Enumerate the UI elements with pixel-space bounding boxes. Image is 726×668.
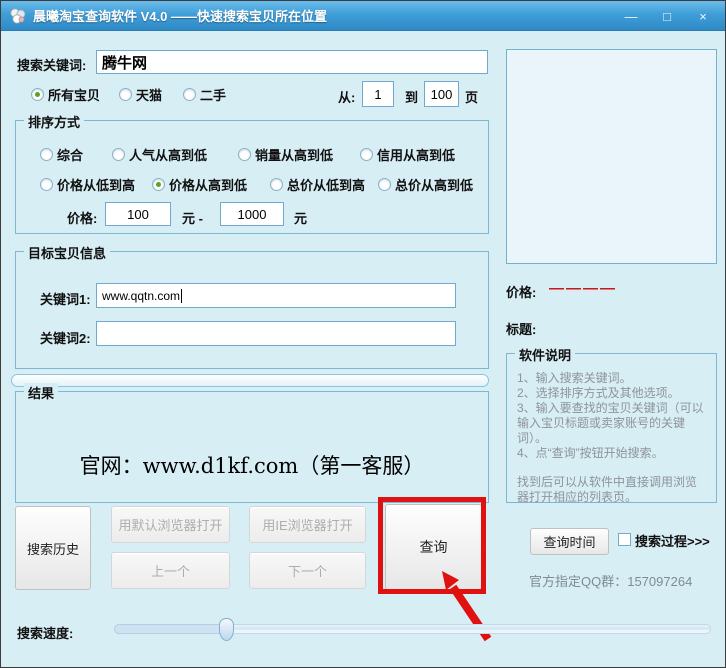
radio-label: 综合 xyxy=(57,145,83,164)
speed-slider-fill xyxy=(114,624,226,634)
query-button[interactable]: 查询 xyxy=(385,504,482,590)
radio-sort-comprehensive[interactable]: 综合 xyxy=(40,145,83,164)
search-process-label: 搜索过程>>> xyxy=(635,531,710,550)
radio-label: 总价从高到低 xyxy=(395,175,473,194)
radio-label: 信用从高到低 xyxy=(377,145,455,164)
keyword1-value: www.qqtn.com xyxy=(102,289,180,303)
radio-selected-icon xyxy=(31,88,44,101)
search-process-checkbox[interactable] xyxy=(618,533,631,546)
client-area: 搜索关键词: 腾牛网 所有宝贝 天猫 二手 从: 1 到 100 页 排序方式 xyxy=(1,31,725,667)
radio-icon xyxy=(270,178,283,191)
app-icon xyxy=(9,7,27,25)
radio-label: 总价从低到高 xyxy=(287,175,365,194)
radio-label: 销量从高到低 xyxy=(255,145,333,164)
previous-button[interactable]: 上一个 xyxy=(111,552,230,589)
radio-sort-credit-desc[interactable]: 信用从高到低 xyxy=(360,145,455,164)
help-line: 找到后可以从软件中直接调用浏览器打开相应的列表页。 xyxy=(517,475,708,505)
next-button[interactable]: 下一个 xyxy=(249,552,366,589)
page-to-label: 到 xyxy=(405,87,418,106)
page-from-value: 1 xyxy=(374,87,381,102)
keyword1-input[interactable]: www.qqtn.com xyxy=(96,283,456,308)
app-window: 晨曦淘宝查询软件 V4.0 ——快速搜索宝贝所在位置 — □ × 搜索关键词: … xyxy=(0,0,726,668)
window-title: 晨曦淘宝查询软件 V4.0 ——快速搜索宝贝所在位置 xyxy=(33,6,327,25)
search-keyword-input[interactable]: 腾牛网 xyxy=(96,50,488,74)
target-group-title: 目标宝贝信息 xyxy=(24,243,110,262)
radio-label: 所有宝贝 xyxy=(48,85,100,104)
maximize-icon[interactable]: □ xyxy=(659,9,675,24)
sort-group-title: 排序方式 xyxy=(24,112,84,131)
price-min-input[interactable]: 100 xyxy=(105,202,171,226)
item-image-box xyxy=(506,49,717,264)
result-text: 官网：www.d1kf.com（第一客服） xyxy=(16,450,488,480)
help-line: 4、点“查询”按钮开始搜索。 xyxy=(517,446,708,461)
target-groupbox: 目标宝贝信息 关键词1: www.qqtn.com 关键词2: xyxy=(15,251,489,369)
radio-label: 人气从高到低 xyxy=(129,145,207,164)
help-line: 2、选择排序方式及其他选项。 xyxy=(517,386,708,401)
radio-icon xyxy=(119,88,132,101)
radio-sort-price-desc[interactable]: 价格从高到低 xyxy=(152,175,247,194)
open-default-browser-button[interactable]: 用默认浏览器打开 xyxy=(111,506,230,543)
search-speed-label: 搜索速度: xyxy=(17,623,73,642)
radio-label: 天猫 xyxy=(136,85,162,104)
keyword2-input[interactable] xyxy=(96,321,456,346)
radio-label: 二手 xyxy=(200,85,226,104)
radio-selected-icon xyxy=(152,178,165,191)
radio-sort-total-asc[interactable]: 总价从低到高 xyxy=(270,175,365,194)
query-time-button[interactable]: 查询时间 xyxy=(530,528,609,555)
progress-bar xyxy=(11,374,489,387)
page-from-input[interactable]: 1 xyxy=(362,81,394,107)
radio-icon xyxy=(183,88,196,101)
panel-price-value: ———— xyxy=(549,280,617,297)
price-min-value: 100 xyxy=(127,207,149,222)
panel-price-label: 价格: xyxy=(506,282,536,301)
help-line: 3、输入要查找的宝贝关键词（可以输入宝贝标题或卖家账号的关键词）。 xyxy=(517,401,708,446)
radio-tmall[interactable]: 天猫 xyxy=(119,85,162,104)
radio-label: 价格从高到低 xyxy=(169,175,247,194)
radio-icon xyxy=(360,148,373,161)
result-groupbox: 结果 官网：www.d1kf.com（第一客服） xyxy=(15,391,489,503)
qq-group-text: 官方指定QQ群：157097264 xyxy=(529,571,692,590)
help-group-title: 软件说明 xyxy=(515,345,575,364)
radio-sort-price-asc[interactable]: 价格从低到高 xyxy=(40,175,135,194)
search-keyword-label: 搜索关键词: xyxy=(17,55,86,74)
price-max-input[interactable]: 1000 xyxy=(220,202,284,226)
close-icon[interactable]: × xyxy=(695,9,711,24)
radio-icon xyxy=(378,178,391,191)
radio-all-items[interactable]: 所有宝贝 xyxy=(31,85,100,104)
radio-icon xyxy=(112,148,125,161)
open-ie-browser-button[interactable]: 用IE浏览器打开 xyxy=(249,506,366,543)
panel-title-label: 标题: xyxy=(506,319,536,338)
help-text: 1、输入搜索关键词。 2、选择排序方式及其他选项。 3、输入要查找的宝贝关键词（… xyxy=(507,354,716,505)
keyword1-label: 关键词1: xyxy=(40,289,91,308)
price-unit-label: 元 xyxy=(294,208,307,227)
radio-sort-sales-desc[interactable]: 销量从高到低 xyxy=(238,145,333,164)
radio-icon xyxy=(40,178,53,191)
page-to-input[interactable]: 100 xyxy=(424,81,459,107)
page-to-value: 100 xyxy=(431,87,453,102)
help-groupbox: 软件说明 1、输入搜索关键词。 2、选择排序方式及其他选项。 3、输入要查找的宝… xyxy=(506,353,717,503)
help-line: 1、输入搜索关键词。 xyxy=(517,371,708,386)
keyword2-label: 关键词2: xyxy=(40,328,91,347)
page-from-label: 从: xyxy=(338,87,355,106)
window-controls: — □ × xyxy=(623,1,711,31)
radio-icon xyxy=(40,148,53,161)
radio-sort-popularity-desc[interactable]: 人气从高到低 xyxy=(112,145,207,164)
radio-secondhand[interactable]: 二手 xyxy=(183,85,226,104)
price-max-value: 1000 xyxy=(238,207,267,222)
radio-sort-total-desc[interactable]: 总价从高到低 xyxy=(378,175,473,194)
text-caret xyxy=(181,289,182,303)
sort-groupbox: 排序方式 综合 人气从高到低 销量从高到低 信用从高到低 价格从低到高 xyxy=(15,120,489,234)
titlebar: 晨曦淘宝查询软件 V4.0 ——快速搜索宝贝所在位置 — □ × xyxy=(1,1,725,31)
search-history-button[interactable]: 搜索历史 xyxy=(15,506,91,590)
price-range-label: 价格: xyxy=(67,208,97,227)
speed-slider-thumb[interactable] xyxy=(219,618,234,641)
result-group-title: 结果 xyxy=(24,383,58,402)
minimize-icon[interactable]: — xyxy=(623,9,639,24)
search-keyword-value: 腾牛网 xyxy=(102,52,147,73)
radio-icon xyxy=(238,148,251,161)
radio-label: 价格从低到高 xyxy=(57,175,135,194)
price-dash-unit-label: 元 - xyxy=(182,208,203,227)
page-unit-label: 页 xyxy=(465,87,478,106)
